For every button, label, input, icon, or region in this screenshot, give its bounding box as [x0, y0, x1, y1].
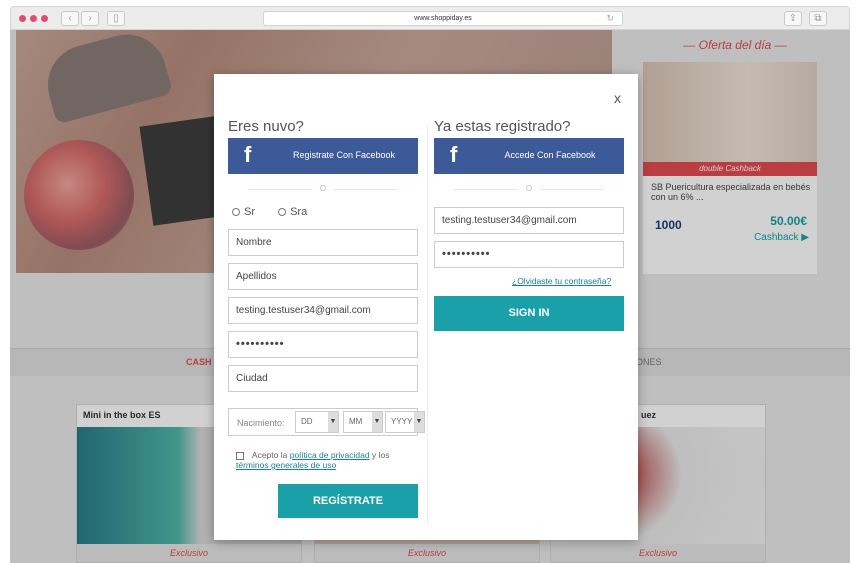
chevron-down-icon: ▼ [372, 412, 382, 432]
privacy-policy-link[interactable]: política de privacidad [290, 450, 370, 460]
radio-sr[interactable] [232, 208, 240, 217]
year-select[interactable]: YYYY ▼ [385, 411, 425, 433]
radio-sra[interactable] [278, 208, 287, 217]
facebook-icon: f [450, 142, 458, 167]
register-facebook-label: Registrate Con Facebook [292, 150, 396, 160]
terms-consent: Acepto la política de privacidad y los t… [236, 450, 422, 470]
day-select[interactable]: DD ▼ [295, 411, 339, 433]
column-divider [427, 124, 428, 524]
or-text: O [311, 184, 335, 194]
facebook-icon: f [244, 142, 252, 167]
maximize-window-dot[interactable] [41, 15, 48, 22]
apellidos-field[interactable]: Apellidos [228, 263, 418, 290]
forgot-password-link[interactable]: ¿Olvidaste tu contraseña? [512, 276, 611, 286]
close-window-dot[interactable] [19, 15, 26, 22]
login-password-field[interactable]: •••••••••• [434, 241, 624, 268]
close-icon[interactable]: x [614, 90, 621, 106]
login-register-modal: x Eres nuvo? f Registrate Con Facebook O… [214, 74, 638, 540]
chevron-down-icon: ▼ [414, 412, 424, 432]
radio-sr-label: Sr [244, 206, 255, 219]
gender-radio-group: Sr Sra [232, 206, 327, 218]
radio-sra-label: Sra [290, 206, 308, 219]
register-email-field[interactable]: testing.testuser34@gmail.com [228, 297, 418, 324]
register-password-field[interactable]: •••••••••• [228, 331, 418, 358]
login-heading: Ya estas registrado? [434, 118, 571, 135]
day-select-value: DD [301, 417, 313, 426]
or-text: O [517, 184, 541, 194]
terms-checkbox[interactable] [236, 451, 244, 460]
share-icon[interactable]: ⇪ [784, 11, 802, 26]
sign-in-button[interactable]: SIGN IN [434, 296, 624, 331]
birthdate-label: Nacimiento: [237, 418, 285, 428]
tabs-icon[interactable]: ⧉ [809, 11, 827, 26]
terms-and: y los [371, 450, 390, 460]
chevron-down-icon: ▼ [328, 412, 338, 432]
terms-prefix: Acepto la [251, 450, 288, 460]
or-divider: O [248, 184, 398, 194]
or-divider: O [454, 184, 604, 194]
login-facebook-label: Accede Con Facebook [504, 150, 596, 160]
url-text: www.shoppiday.es [414, 15, 472, 22]
login-facebook-button[interactable]: f Accede Con Facebook [434, 138, 624, 174]
browser-toolbar: ‹ › ▯ www.shoppiday.es ↻ ⇪ ⧉ [10, 6, 850, 30]
minimize-window-dot[interactable] [30, 15, 37, 22]
login-email-field[interactable]: testing.testuser34@gmail.com [434, 207, 624, 234]
month-select-value: MM [349, 417, 363, 426]
register-facebook-button[interactable]: f Registrate Con Facebook [228, 138, 418, 174]
register-submit-button[interactable]: REGÍSTRATE [278, 484, 418, 518]
back-button[interactable]: ‹ [61, 11, 79, 26]
sidebar-icon[interactable]: ▯ [107, 11, 125, 26]
ciudad-field[interactable]: Ciudad [228, 365, 418, 392]
general-terms-link[interactable]: términos generales de uso [236, 460, 336, 470]
register-heading: Eres nuvo? [228, 118, 304, 135]
reload-icon[interactable]: ↻ [606, 12, 614, 25]
forward-button[interactable]: › [81, 11, 99, 26]
address-bar[interactable]: www.shoppiday.es ↻ [263, 11, 623, 26]
month-select[interactable]: MM ▼ [343, 411, 383, 433]
birthdate-selector: Nacimiento: DD ▼ MM ▼ YYYY ▼ [228, 408, 425, 436]
year-select-value: YYYY [391, 417, 413, 426]
nombre-field[interactable]: Nombre [228, 229, 418, 256]
